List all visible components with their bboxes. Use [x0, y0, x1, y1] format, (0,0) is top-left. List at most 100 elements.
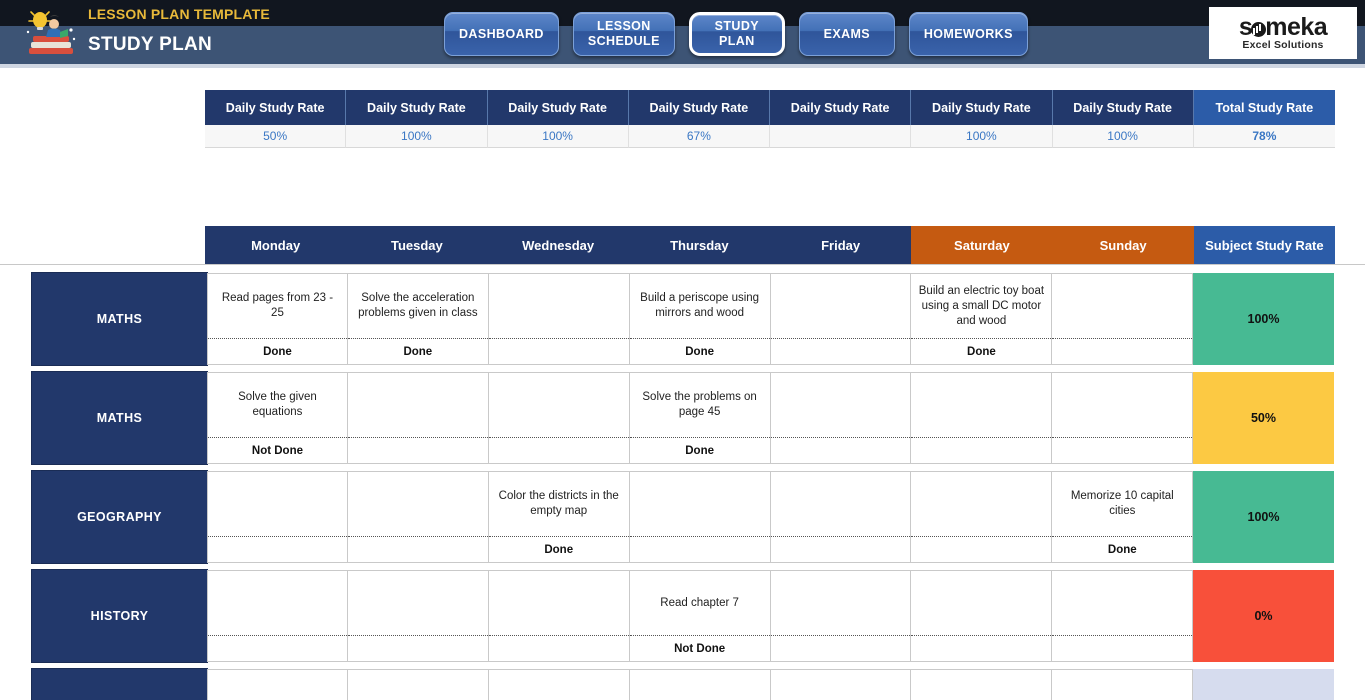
task-cell[interactable]	[207, 570, 348, 662]
task-text[interactable]	[630, 670, 770, 700]
task-cell[interactable]	[207, 471, 348, 563]
task-cell[interactable]	[770, 372, 912, 464]
task-text[interactable]: Build an electric toy boat using a small…	[911, 274, 1051, 338]
task-cell[interactable]	[488, 273, 630, 365]
task-cell[interactable]	[911, 570, 1053, 662]
task-status[interactable]	[629, 536, 770, 562]
task-text[interactable]	[771, 571, 911, 635]
task-status[interactable]	[1052, 635, 1193, 661]
task-status[interactable]: Done	[911, 338, 1052, 364]
task-text[interactable]	[208, 571, 347, 635]
task-status[interactable]: Done	[488, 536, 629, 562]
task-status[interactable]	[347, 536, 488, 562]
task-text[interactable]	[1052, 571, 1192, 635]
nav-button-homeworks[interactable]: HOMEWORKS	[908, 12, 1028, 56]
task-text[interactable]	[348, 373, 488, 437]
task-text[interactable]	[489, 274, 629, 338]
nav-button-exams[interactable]: EXAMS	[798, 12, 895, 56]
task-cell[interactable]	[1052, 372, 1194, 464]
task-cell[interactable]	[347, 570, 489, 662]
task-text[interactable]	[489, 373, 629, 437]
task-status[interactable]	[488, 338, 629, 364]
task-text[interactable]	[771, 274, 911, 338]
task-status[interactable]	[1052, 338, 1193, 364]
task-status[interactable]	[488, 635, 629, 661]
task-cell[interactable]	[347, 471, 489, 563]
task-text[interactable]: Solve the given equations	[208, 373, 347, 437]
task-status[interactable]	[911, 437, 1052, 463]
task-cell[interactable]: Read pages from 23 - 25 Done	[207, 273, 348, 365]
task-text[interactable]	[208, 472, 347, 536]
task-cell[interactable]	[911, 372, 1053, 464]
task-cell[interactable]: Solve the acceleration problems given in…	[347, 273, 489, 365]
task-cell[interactable]	[911, 669, 1053, 700]
nav-button-study-plan[interactable]: STUDY PLAN	[688, 12, 785, 56]
subject-cell[interactable]: MATHS	[32, 372, 207, 464]
task-status[interactable]	[770, 437, 911, 463]
task-text[interactable]	[911, 373, 1051, 437]
task-text[interactable]	[489, 670, 629, 700]
task-text[interactable]: Solve the acceleration problems given in…	[348, 274, 488, 338]
task-status[interactable]: Done	[347, 338, 488, 364]
task-status[interactable]: Not Done	[208, 437, 347, 463]
task-cell[interactable]	[629, 471, 771, 563]
task-text[interactable]: Color the districts in the empty map	[489, 472, 629, 536]
nav-button-dashboard[interactable]: DASHBOARD	[444, 12, 559, 56]
subject-cell[interactable]: HISTORY	[32, 570, 207, 662]
task-text[interactable]	[911, 670, 1051, 700]
task-cell[interactable]: Build an electric toy boat using a small…	[911, 273, 1053, 365]
task-status[interactable]	[208, 635, 347, 661]
task-text[interactable]	[208, 670, 347, 700]
task-status[interactable]: Done	[629, 338, 770, 364]
task-text[interactable]	[348, 472, 488, 536]
task-status[interactable]	[1052, 437, 1193, 463]
task-text[interactable]	[348, 670, 488, 700]
task-status[interactable]	[347, 437, 488, 463]
task-status[interactable]	[770, 635, 911, 661]
task-text[interactable]	[348, 571, 488, 635]
task-status[interactable]	[770, 338, 911, 364]
task-cell[interactable]	[347, 372, 489, 464]
task-cell[interactable]	[770, 471, 912, 563]
task-cell[interactable]	[1052, 570, 1194, 662]
task-text[interactable]: Build a periscope using mirrors and wood	[630, 274, 770, 338]
task-text[interactable]	[771, 472, 911, 536]
task-cell[interactable]: Solve the given equations Not Done	[207, 372, 348, 464]
task-text[interactable]: Read pages from 23 - 25	[208, 274, 347, 338]
task-text[interactable]: Solve the problems on page 45	[630, 373, 770, 437]
task-text[interactable]: Memorize 10 capital cities	[1052, 472, 1192, 536]
subject-cell[interactable]: GEOGRAPHY	[32, 471, 207, 563]
task-status[interactable]	[770, 536, 911, 562]
task-cell[interactable]	[770, 669, 912, 700]
task-cell[interactable]	[770, 570, 912, 662]
task-cell[interactable]	[488, 372, 630, 464]
task-cell[interactable]	[1052, 669, 1194, 700]
task-text[interactable]	[1052, 670, 1192, 700]
task-text[interactable]	[1052, 373, 1192, 437]
task-cell[interactable]	[207, 669, 348, 700]
task-cell[interactable]	[488, 570, 630, 662]
task-text[interactable]	[771, 373, 911, 437]
task-status[interactable]	[208, 536, 347, 562]
task-status[interactable]	[347, 635, 488, 661]
task-text[interactable]	[911, 472, 1051, 536]
task-status[interactable]: Not Done	[629, 635, 770, 661]
task-status[interactable]: Done	[208, 338, 347, 364]
task-cell[interactable]: Solve the problems on page 45 Done	[629, 372, 771, 464]
task-status[interactable]: Done	[629, 437, 770, 463]
task-text[interactable]: Read chapter 7	[630, 571, 770, 635]
task-cell[interactable]: Build a periscope using mirrors and wood…	[629, 273, 771, 365]
task-cell[interactable]: Memorize 10 capital cities Done	[1052, 471, 1194, 563]
task-text[interactable]	[771, 670, 911, 700]
task-text[interactable]	[911, 571, 1051, 635]
task-status[interactable]	[911, 635, 1052, 661]
task-cell[interactable]	[629, 669, 771, 700]
subject-cell[interactable]: MATHS	[32, 273, 207, 365]
task-text[interactable]	[489, 571, 629, 635]
task-status[interactable]	[911, 536, 1052, 562]
task-cell[interactable]	[911, 471, 1053, 563]
nav-button-lesson-schedule[interactable]: LESSON SCHEDULE	[572, 12, 675, 56]
task-cell[interactable]: Read chapter 7 Not Done	[629, 570, 771, 662]
subject-cell[interactable]	[32, 669, 207, 700]
task-cell[interactable]: Color the districts in the empty map Done	[488, 471, 630, 563]
